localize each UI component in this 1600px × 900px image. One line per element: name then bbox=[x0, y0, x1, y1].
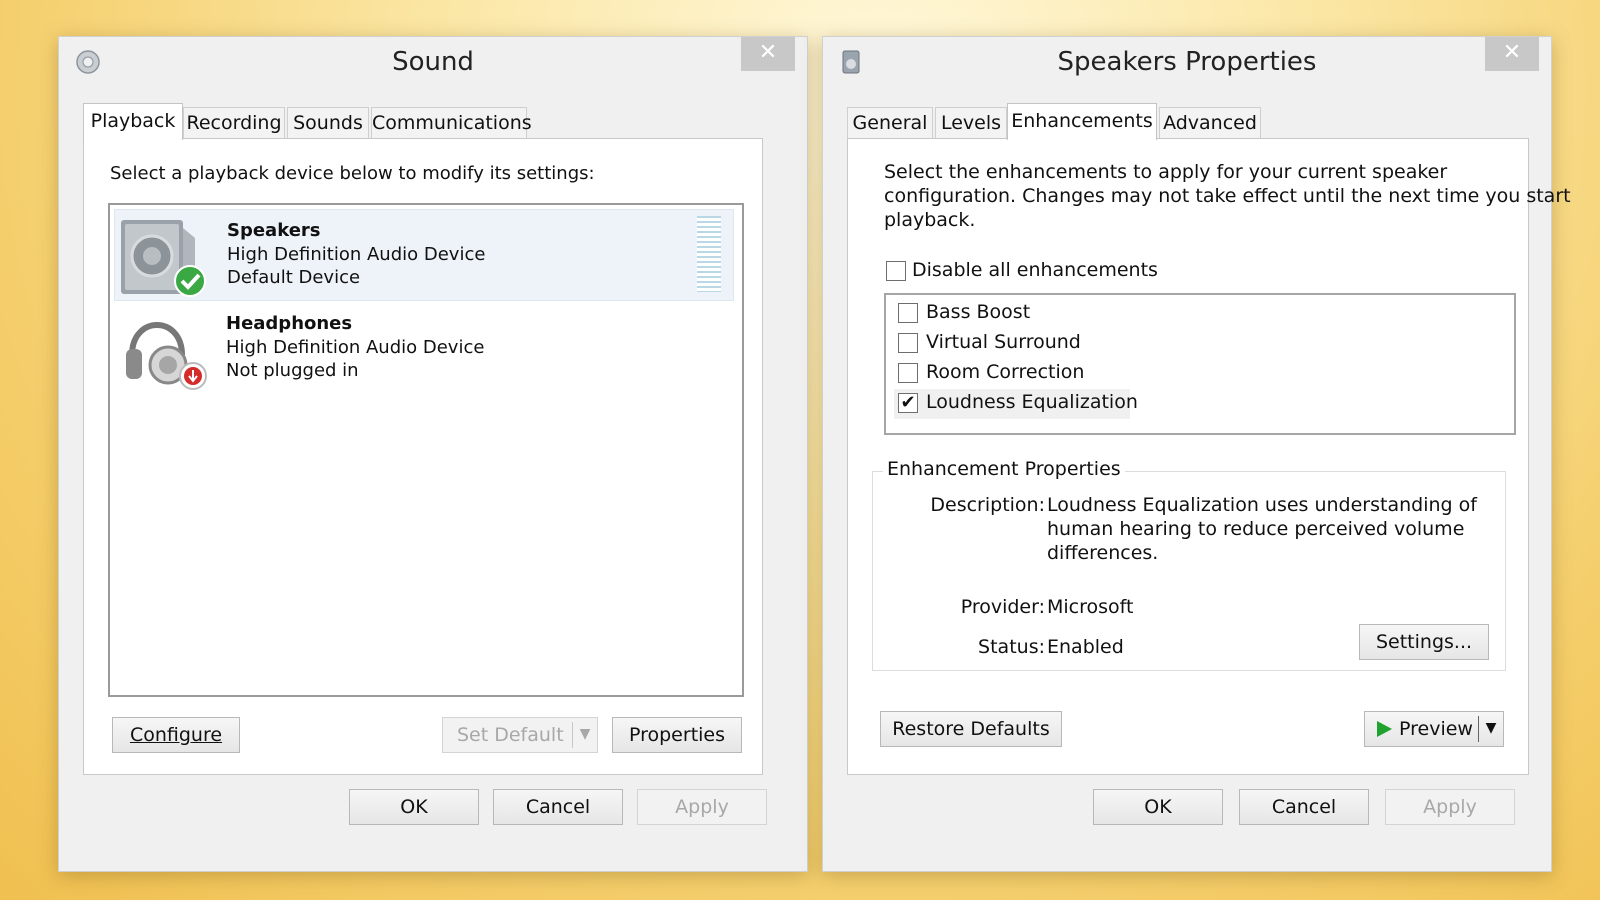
volume-meter bbox=[697, 216, 721, 292]
tab-general[interactable]: General bbox=[847, 107, 933, 138]
default-check-icon bbox=[174, 265, 206, 297]
bass-boost-label: Bass Boost bbox=[926, 301, 1031, 323]
enhancements-instruction-line-3: playback. bbox=[884, 209, 976, 231]
description-line-2: human hearing to reduce perceived volume bbox=[1047, 518, 1465, 540]
props-ok-button[interactable]: OK bbox=[1093, 789, 1223, 825]
virtual-surround-checkbox[interactable] bbox=[898, 333, 918, 353]
device-name-headphones: Headphones bbox=[226, 313, 353, 334]
sound-titlebar: Sound ✕ bbox=[59, 37, 807, 89]
set-default-button[interactable]: Set Default ▼ bbox=[442, 717, 598, 753]
enhancements-instruction-line-2: configuration. Changes may not take effe… bbox=[884, 185, 1571, 207]
tab-levels[interactable]: Levels bbox=[935, 107, 1007, 138]
device-status-headphones: Not plugged in bbox=[226, 360, 359, 381]
device-row-speakers[interactable]: Speakers High Definition Audio Device De… bbox=[114, 209, 734, 301]
device-row-headphones[interactable]: Headphones High Definition Audio Device … bbox=[114, 303, 732, 393]
sound-cancel-button[interactable]: Cancel bbox=[493, 789, 623, 825]
loudness-equalization-checkbox[interactable]: ✔ bbox=[898, 393, 918, 413]
tab-playback[interactable]: Playback bbox=[83, 103, 183, 140]
tab-recording[interactable]: Recording bbox=[183, 107, 285, 138]
settings-button[interactable]: Settings... bbox=[1359, 624, 1489, 660]
provider-value: Microsoft bbox=[1047, 596, 1134, 618]
sound-window: Sound ✕ Playback Recording Sounds Commun… bbox=[58, 36, 808, 872]
play-icon bbox=[1377, 721, 1392, 737]
device-desc-headphones: High Definition Audio Device bbox=[226, 337, 485, 358]
properties-button[interactable]: Properties bbox=[612, 717, 742, 753]
disable-all-checkbox[interactable] bbox=[886, 261, 906, 281]
device-desc-speakers: High Definition Audio Device bbox=[227, 244, 486, 265]
playback-instruction: Select a playback device below to modify… bbox=[110, 163, 595, 184]
preview-button[interactable]: Preview ▼ bbox=[1364, 711, 1504, 747]
preview-label: Preview bbox=[1399, 718, 1473, 740]
room-correction-checkbox[interactable] bbox=[898, 363, 918, 383]
set-default-label: Set Default bbox=[457, 724, 564, 746]
enhancements-instruction-line-1: Select the enhancements to apply for you… bbox=[884, 161, 1448, 183]
tab-advanced[interactable]: Advanced bbox=[1159, 107, 1261, 138]
tab-enhancements[interactable]: Enhancements bbox=[1007, 103, 1157, 140]
props-apply-button[interactable]: Apply bbox=[1385, 789, 1515, 825]
enhancement-list: Bass Boost Virtual Surround Room Correct… bbox=[884, 293, 1516, 435]
disable-all-label: Disable all enhancements bbox=[912, 259, 1158, 281]
preview-dropdown-icon[interactable]: ▼ bbox=[1478, 716, 1503, 742]
bass-boost-checkbox[interactable] bbox=[898, 303, 918, 323]
speakers-properties-window: Speakers Properties ✕ General Levels Enh… bbox=[822, 36, 1571, 872]
check-mark-icon: ✔ bbox=[900, 392, 916, 413]
room-correction-label: Room Correction bbox=[926, 361, 1085, 383]
description-line-1: Loudness Equalization uses understanding… bbox=[1047, 494, 1477, 516]
set-default-dropdown-icon[interactable]: ▼ bbox=[572, 722, 597, 748]
status-value: Enabled bbox=[1047, 636, 1124, 658]
loudness-equalization-label: Loudness Equalization bbox=[926, 391, 1138, 413]
virtual-surround-label: Virtual Surround bbox=[926, 331, 1081, 353]
properties-label: Properties bbox=[628, 724, 726, 746]
device-name-speakers: Speakers bbox=[227, 220, 321, 241]
sound-close-button[interactable]: ✕ bbox=[741, 37, 795, 71]
props-title: Speakers Properties bbox=[1057, 47, 1317, 77]
status-label: Status: bbox=[978, 636, 1045, 658]
configure-label: Configure bbox=[129, 724, 223, 746]
props-close-button[interactable]: ✕ bbox=[1485, 37, 1539, 71]
sound-ok-button[interactable]: OK bbox=[349, 789, 479, 825]
tab-sounds[interactable]: Sounds bbox=[287, 107, 369, 138]
device-status-speakers: Default Device bbox=[227, 267, 361, 288]
configure-button[interactable]: Configure bbox=[112, 717, 240, 753]
tab-communications[interactable]: Communications bbox=[371, 107, 532, 138]
playback-panel: Select a playback device below to modify… bbox=[83, 138, 763, 775]
device-list: Speakers High Definition Audio Device De… bbox=[108, 203, 744, 697]
enhancement-properties-group: Enhancement Properties Description: Loud… bbox=[872, 458, 1506, 671]
restore-defaults-button[interactable]: Restore Defaults bbox=[880, 711, 1062, 747]
description-line-3: differences. bbox=[1047, 542, 1159, 564]
sound-title: Sound bbox=[392, 47, 474, 77]
sound-apply-button[interactable]: Apply bbox=[637, 789, 767, 825]
unplugged-icon bbox=[179, 362, 207, 390]
props-titlebar: Speakers Properties ✕ bbox=[823, 37, 1551, 89]
description-label: Description: bbox=[930, 494, 1045, 516]
enhancements-panel: Select the enhancements to apply for you… bbox=[847, 138, 1571, 775]
props-cancel-button[interactable]: Cancel bbox=[1239, 789, 1369, 825]
enhancement-properties-title: Enhancement Properties bbox=[883, 458, 1125, 480]
provider-label: Provider: bbox=[960, 596, 1045, 618]
